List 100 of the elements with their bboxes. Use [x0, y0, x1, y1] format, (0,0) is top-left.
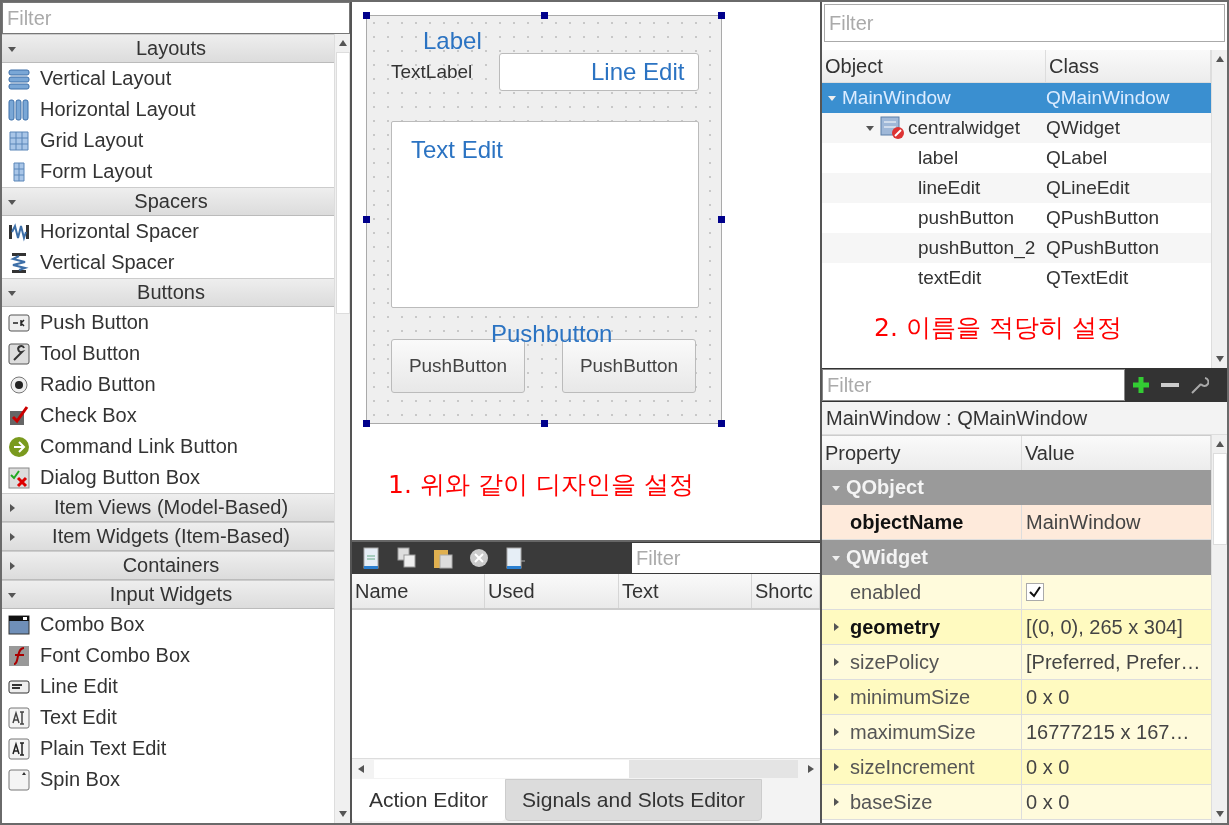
text-box-icon: [8, 706, 30, 729]
widget-list-item[interactable]: Text Edit: [2, 702, 334, 733]
expand-arrow-icon: [832, 728, 840, 736]
scroll-up-icon: [1215, 56, 1224, 62]
expand-arrow-icon: [832, 693, 840, 701]
delete-icon: [468, 547, 490, 569]
collapse-arrow-icon: [8, 197, 16, 206]
toolbar-button[interactable]: [432, 547, 454, 569]
column-header[interactable]: Name: [352, 574, 485, 608]
resize-handle[interactable]: [363, 216, 370, 223]
annotation-caption: 1. 위와 같이 디자인을 설정: [388, 469, 694, 501]
dropdown-icon: [8, 613, 30, 636]
stacked-bars-icon: [8, 67, 30, 90]
property-value[interactable]: 0 x 0: [1026, 685, 1070, 709]
property-value[interactable]: [Preferred, Prefer…: [1026, 650, 1201, 674]
scrollbar[interactable]: [1211, 435, 1227, 823]
tree-row[interactable]: pushButton_2 QPushButton: [822, 233, 1211, 263]
filter-field[interactable]: Filter: [822, 369, 1125, 401]
editor-tab[interactable]: Action Editor: [352, 779, 506, 821]
column-header[interactable]: Text: [619, 574, 752, 608]
property-name: maximumSize: [850, 720, 976, 744]
collapse-arrow-icon: [8, 590, 16, 599]
property-name: objectName: [850, 510, 964, 534]
resize-handle[interactable]: [541, 420, 548, 427]
widget-list-item[interactable]: Dialog Button Box: [2, 462, 334, 493]
widget-list-item[interactable]: Combo Box: [2, 609, 334, 640]
property-value[interactable]: 16777215 x 167…: [1026, 720, 1190, 744]
new-document-icon: [360, 547, 382, 569]
resize-handle[interactable]: [718, 216, 725, 223]
widget-list-item[interactable]: Form Layout: [2, 156, 334, 187]
scrollbar[interactable]: [352, 758, 820, 779]
widget-list-item[interactable]: Radio Button: [2, 369, 334, 400]
toolbar-button[interactable]: [468, 547, 490, 569]
widget-list-item[interactable]: Command Link Button: [2, 431, 334, 462]
text-edit[interactable]: [391, 121, 699, 308]
filter-field[interactable]: Filter: [2, 2, 350, 34]
toolbar-button[interactable]: [504, 547, 526, 569]
category-header[interactable]: Spacers: [2, 187, 334, 216]
object-title: MainWindow : QMainWindow: [822, 402, 1227, 435]
widget-list-item[interactable]: Grid Layout: [2, 125, 334, 156]
toolbar-button[interactable]: [360, 547, 382, 569]
column-header[interactable]: Used: [485, 574, 619, 608]
toolbar-button[interactable]: [396, 547, 418, 569]
checkbox[interactable]: [1026, 583, 1044, 601]
spin-box-icon: [8, 768, 30, 791]
tree-row[interactable]: textEdit QTextEdit: [822, 263, 1211, 293]
category-header[interactable]: Item Widgets (Item-Based): [2, 522, 334, 551]
toolbar-button[interactable]: [1189, 375, 1209, 395]
form-window[interactable]: TextLabel PushButton PushButton Label Line Edit Text Edit Pushbutton: [366, 15, 722, 424]
scrollbar-thumb[interactable]: [1212, 453, 1227, 545]
tree-row[interactable]: lineEdit QLineEdit: [822, 173, 1211, 203]
category-header[interactable]: Input Widgets: [2, 580, 334, 609]
category-header[interactable]: Layouts: [2, 34, 334, 63]
column-header[interactable]: Shortc: [752, 574, 820, 608]
toolbar-button[interactable]: [1131, 375, 1151, 395]
copy-icon: [396, 547, 418, 569]
category-header[interactable]: Item Views (Model-Based): [2, 493, 334, 522]
widget-list-item[interactable]: Check Box: [2, 400, 334, 431]
property-value[interactable]: [(0, 0), 265 x 304]: [1026, 615, 1183, 639]
filter-field[interactable]: Filter: [632, 543, 820, 573]
collapse-arrow-icon: [8, 44, 16, 53]
property-value[interactable]: MainWindow: [1026, 510, 1141, 534]
widget-list-item[interactable]: Plain Text Edit: [2, 733, 334, 764]
property-value[interactable]: 0 x 0: [1026, 790, 1070, 814]
expand-arrow-icon: [832, 623, 840, 631]
column-header[interactable]: Object: [822, 50, 1046, 82]
tree-row[interactable]: centralwidget QWidget: [822, 113, 1211, 143]
widget-list-item[interactable]: Vertical Spacer: [2, 247, 334, 278]
filter-field[interactable]: Filter: [824, 4, 1225, 42]
resize-handle[interactable]: [718, 420, 725, 427]
widget-list-item[interactable]: Tool Button: [2, 338, 334, 369]
expand-arrow-icon: [832, 798, 840, 806]
widget-list-item[interactable]: Vertical Layout: [2, 63, 334, 94]
resize-handle[interactable]: [363, 420, 370, 427]
widget-list-item[interactable]: Horizontal Spacer: [2, 216, 334, 247]
resize-handle[interactable]: [718, 12, 725, 19]
check-cross-icon: [8, 466, 30, 489]
widget-list-item[interactable]: Horizontal Layout: [2, 94, 334, 125]
expand-arrow-icon: [8, 503, 16, 512]
line-edit[interactable]: [499, 53, 699, 91]
annotation-label: Text Edit: [411, 138, 504, 162]
scrollbar-thumb[interactable]: [335, 52, 350, 314]
tree-row[interactable]: label QLabel: [822, 143, 1211, 173]
expand-arrow-icon: [832, 763, 840, 771]
scroll-down-icon: [1215, 811, 1224, 817]
scroll-left-icon: [358, 765, 364, 773]
annotation-label: Label: [423, 29, 482, 53]
scrollbar[interactable]: [1211, 50, 1227, 368]
property-value[interactable]: 0 x 0: [1026, 755, 1070, 779]
widget-list-item[interactable]: Push Button: [2, 307, 334, 338]
widget-list-item[interactable]: Line Edit: [2, 671, 334, 702]
scrollbar[interactable]: [334, 34, 350, 823]
category-header[interactable]: Containers: [2, 551, 334, 580]
widget-list-item[interactable]: Font Combo Box: [2, 640, 334, 671]
widget-list-item[interactable]: Spin Box: [2, 764, 334, 795]
tree-row[interactable]: pushButton QPushButton: [822, 203, 1211, 233]
resize-handle[interactable]: [363, 12, 370, 19]
editor-tab[interactable]: Signals and Slots Editor: [505, 779, 763, 821]
resize-handle[interactable]: [541, 12, 548, 19]
category-header[interactable]: Buttons: [2, 278, 334, 307]
